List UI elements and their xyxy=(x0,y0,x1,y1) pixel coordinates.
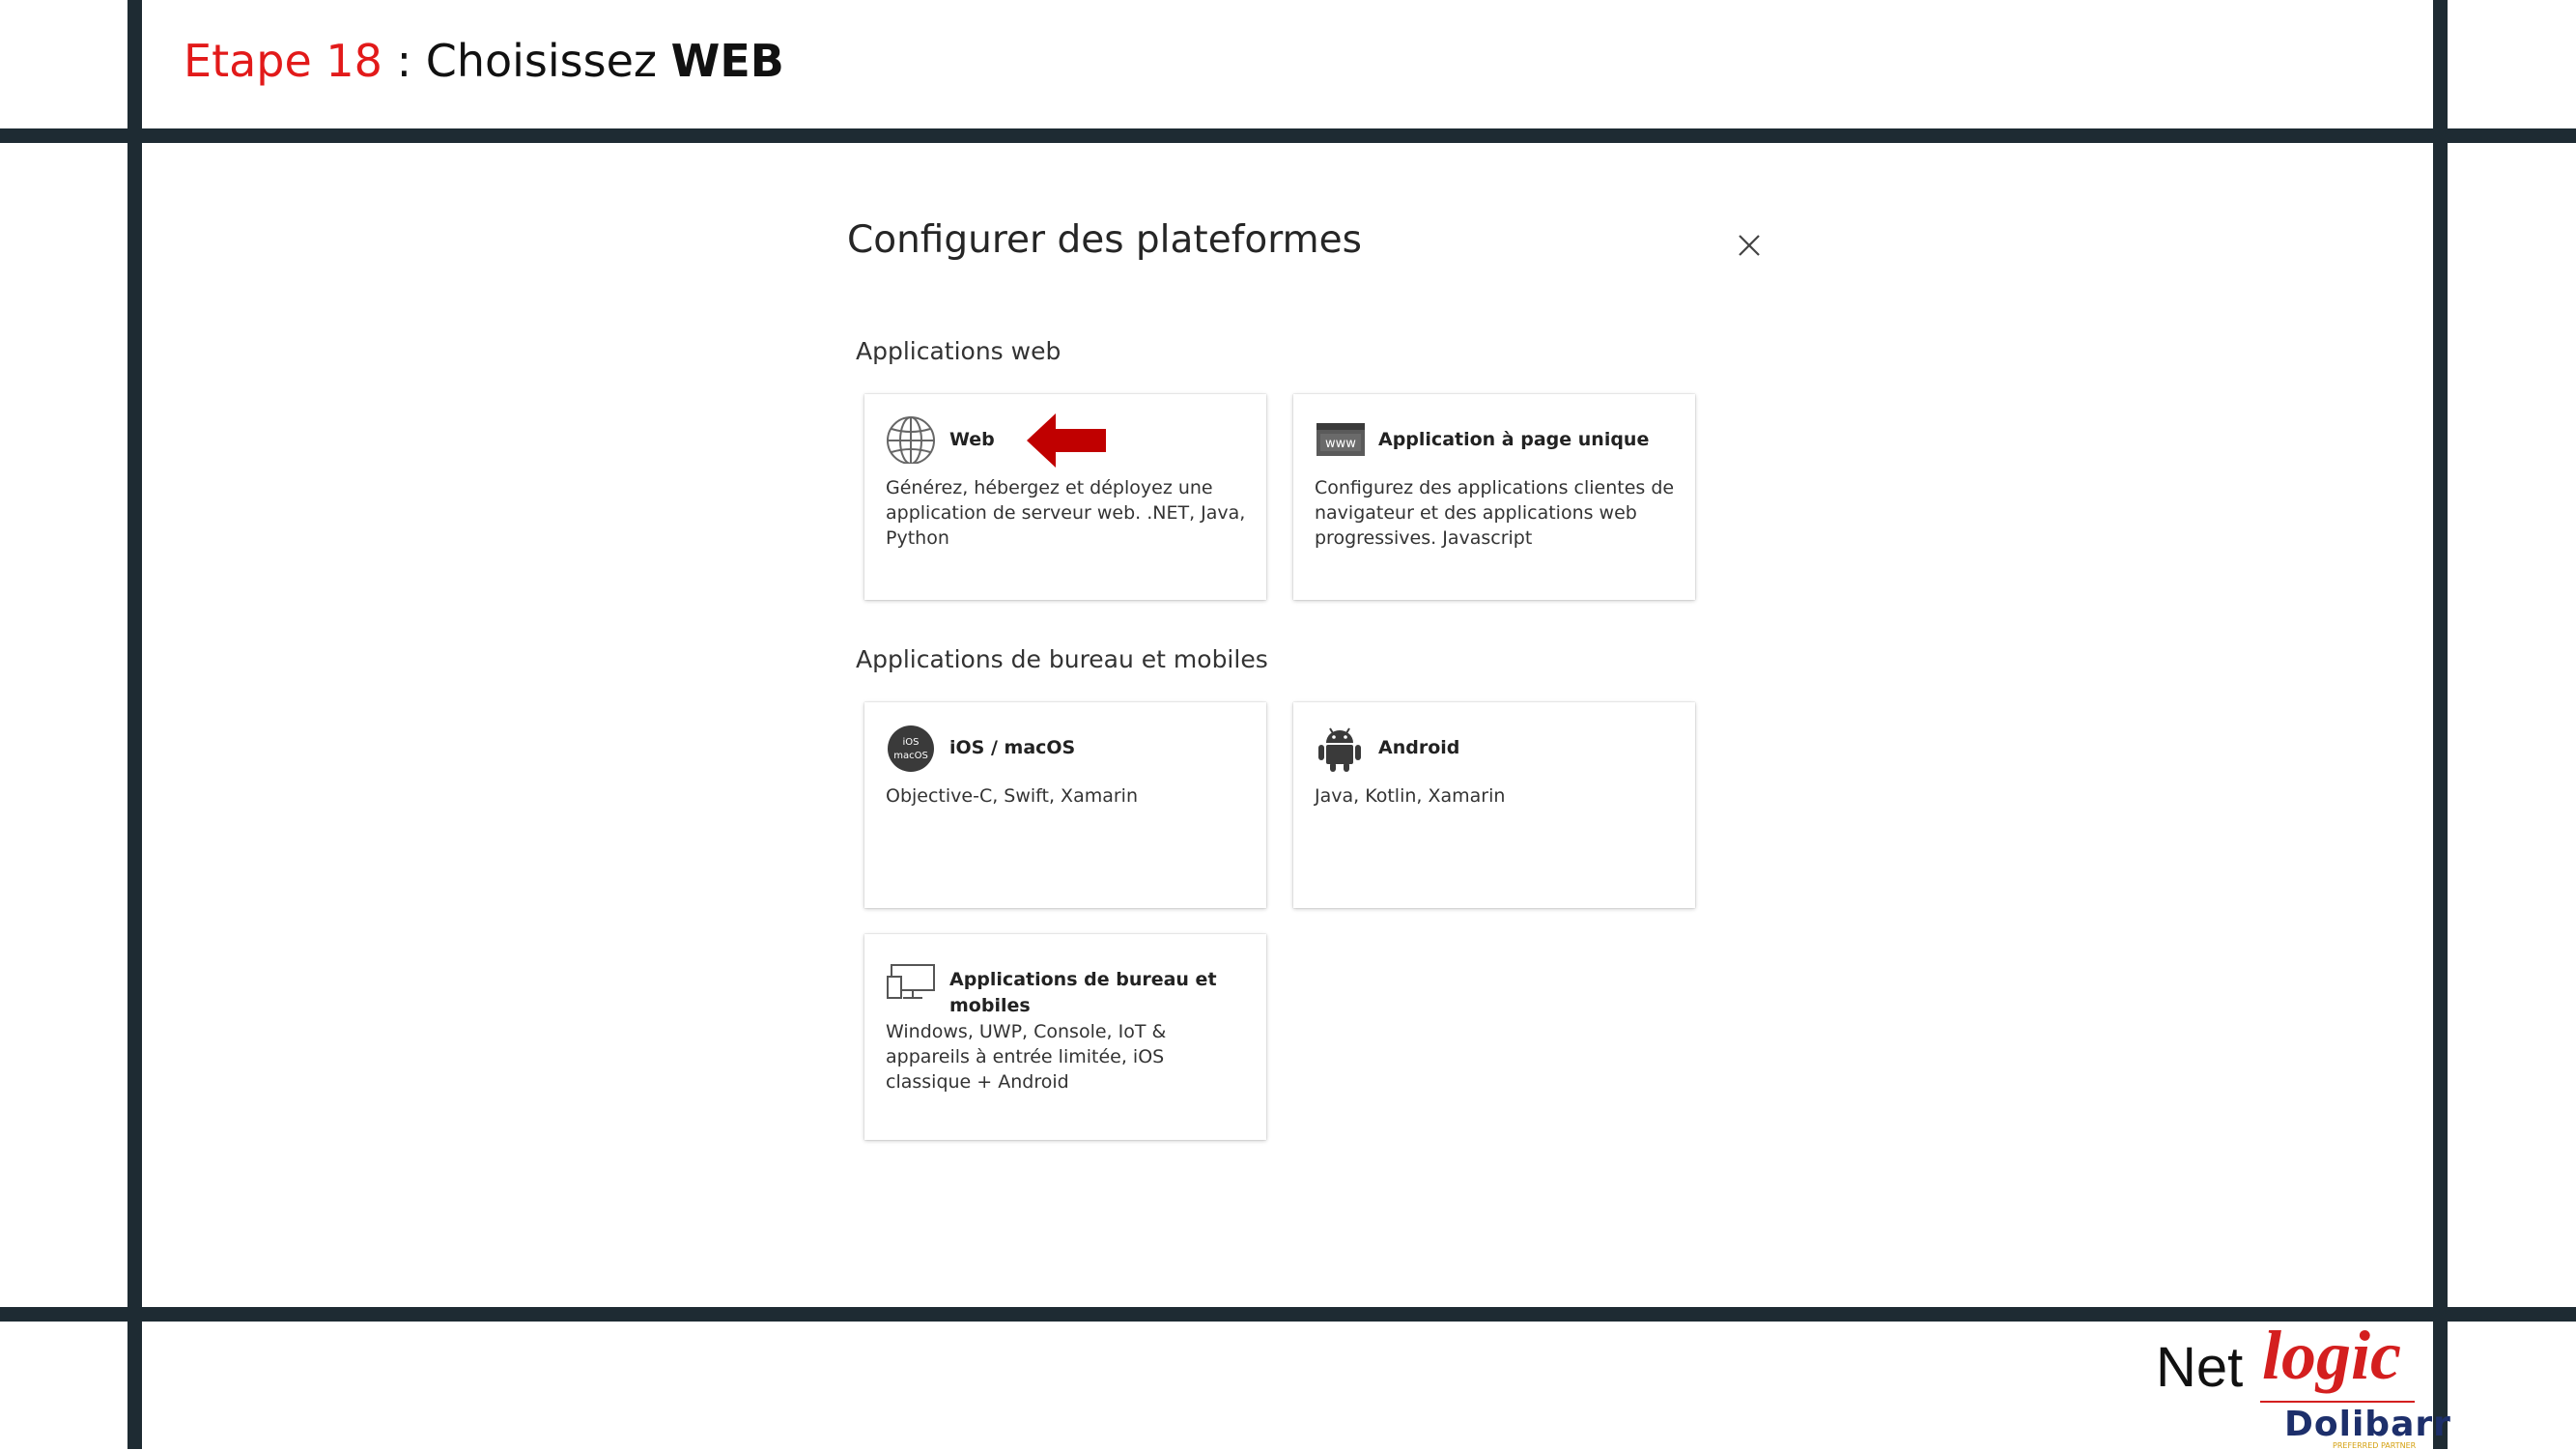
card-description: Java, Kotlin, Xamarin xyxy=(1315,785,1506,807)
globe-icon xyxy=(887,416,935,464)
logo-divider xyxy=(2260,1401,2415,1403)
svg-text:macOS: macOS xyxy=(893,751,928,761)
panel-title: Configurer des plateformes xyxy=(847,218,1362,262)
card-title: Application à page unique xyxy=(1378,429,1650,450)
desktop-icon xyxy=(887,964,935,999)
card-description: Configurez des applications clientes de … xyxy=(1315,477,1675,549)
red-arrow-icon xyxy=(1027,413,1106,468)
instruction-text: : Choisissez xyxy=(382,35,671,87)
card-single-page-app[interactable]: www Application à page unique Configurez… xyxy=(1293,394,1695,600)
card-title: Android xyxy=(1378,737,1460,758)
card-description: Générez, hébergez et déployez une applic… xyxy=(886,477,1246,549)
instruction-emphasis: WEB xyxy=(670,35,784,87)
card-description: Windows, UWP, Console, IoT & appareils à… xyxy=(886,1021,1167,1093)
section-label-web: Applications web xyxy=(856,337,1062,365)
svg-text:www: www xyxy=(1325,437,1356,451)
frame-top-bar xyxy=(0,128,2576,143)
svg-text:iOS: iOS xyxy=(903,737,920,748)
step-label: Etape 18 xyxy=(184,35,382,87)
logo-dolibarr: Dolibarr xyxy=(2284,1405,2451,1444)
card-description: Objective-C, Swift, Xamarin xyxy=(886,785,1138,807)
card-desktop-mobile[interactable]: Applications de bureau et mobiles Window… xyxy=(864,934,1266,1140)
logo-logic: logic xyxy=(2262,1317,2401,1394)
www-icon: www xyxy=(1316,423,1365,456)
logo-net: Net xyxy=(2156,1336,2244,1399)
ios-macos-icon: iOS macOS xyxy=(888,725,934,772)
card-ios-macos[interactable]: iOS macOS iOS / macOS Objective-C, Swift… xyxy=(864,702,1266,908)
card-title: iOS / macOS xyxy=(949,737,1076,758)
android-icon xyxy=(1318,727,1361,772)
section-label-desktop-mobile: Applications de bureau et mobiles xyxy=(856,645,1268,673)
close-icon[interactable] xyxy=(1734,230,1765,261)
frame-right-bar xyxy=(2433,0,2448,1449)
netlogic-dolibarr-logo: Net logic Dolibarr PREFERRED PARTNER xyxy=(2154,1316,2450,1450)
slide-heading: Etape 18 : Choisissez WEB xyxy=(184,35,784,87)
frame-left-bar xyxy=(127,0,142,1449)
card-title: Applications de bureau et mobiles xyxy=(949,969,1217,1016)
card-android[interactable]: Android Java, Kotlin, Xamarin xyxy=(1293,702,1695,908)
